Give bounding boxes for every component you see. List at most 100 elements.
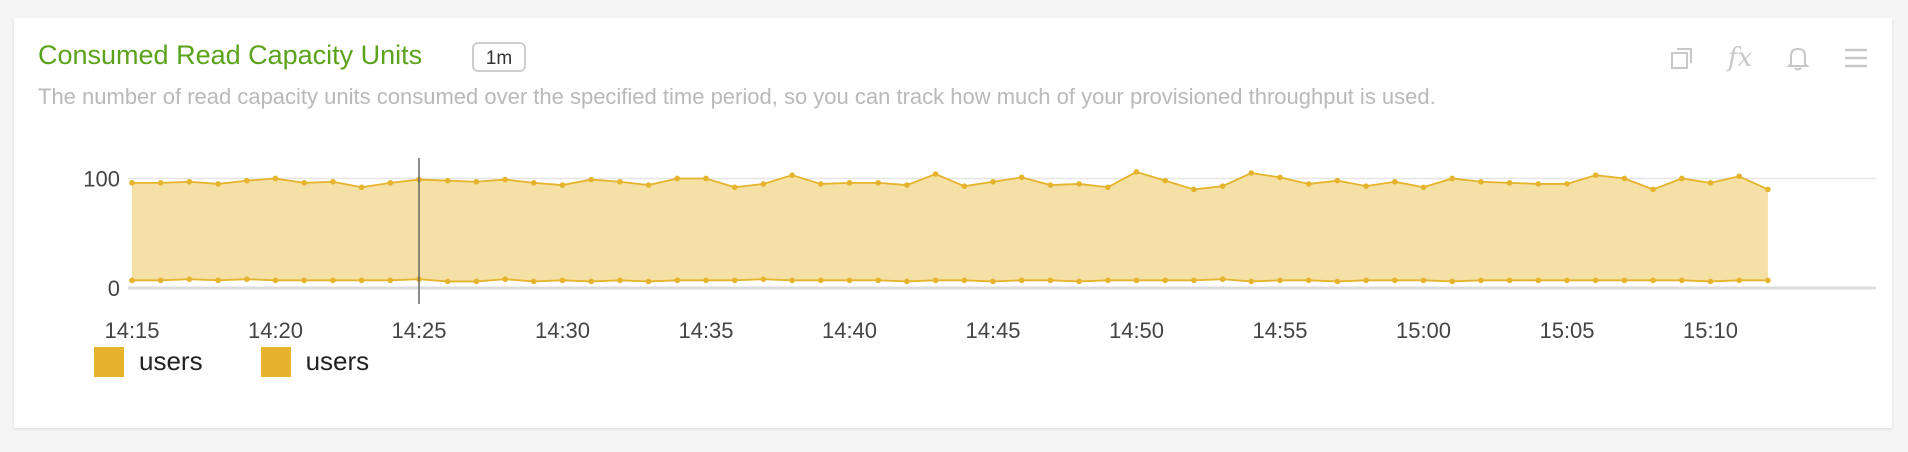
data-point[interactable] bbox=[674, 277, 681, 284]
data-point[interactable] bbox=[1219, 183, 1226, 189]
data-point[interactable] bbox=[444, 278, 451, 285]
data-point[interactable] bbox=[818, 277, 824, 284]
data-point[interactable] bbox=[301, 180, 308, 186]
data-point[interactable] bbox=[1449, 278, 1455, 285]
data-point[interactable] bbox=[904, 182, 910, 188]
data-point[interactable] bbox=[444, 177, 451, 184]
data-point[interactable] bbox=[531, 180, 537, 186]
data-point[interactable] bbox=[703, 175, 709, 182]
data-point[interactable] bbox=[1076, 278, 1082, 285]
data-point[interactable] bbox=[387, 180, 394, 186]
data-point[interactable] bbox=[731, 277, 738, 284]
data-point[interactable] bbox=[1076, 181, 1082, 187]
data-point[interactable] bbox=[1535, 277, 1542, 284]
data-point[interactable] bbox=[1162, 177, 1168, 184]
data-point[interactable] bbox=[961, 277, 968, 284]
data-point[interactable] bbox=[818, 181, 824, 187]
data-point[interactable] bbox=[1305, 277, 1312, 284]
bell-icon[interactable] bbox=[1782, 42, 1814, 74]
data-point[interactable] bbox=[990, 278, 996, 285]
data-point[interactable] bbox=[990, 178, 996, 185]
data-point[interactable] bbox=[1392, 277, 1398, 284]
data-point[interactable] bbox=[1248, 170, 1255, 176]
data-point[interactable] bbox=[1248, 278, 1255, 285]
data-point[interactable] bbox=[731, 184, 738, 191]
data-point[interactable] bbox=[1621, 175, 1628, 182]
data-point[interactable] bbox=[1047, 182, 1054, 188]
data-point[interactable] bbox=[330, 178, 336, 185]
series-line-1[interactable] bbox=[132, 278, 1768, 283]
data-point[interactable] bbox=[932, 277, 939, 284]
menu-icon[interactable] bbox=[1840, 42, 1872, 74]
data-point[interactable] bbox=[1449, 175, 1455, 182]
interval-badge[interactable]: 1m bbox=[472, 42, 526, 72]
data-point[interactable] bbox=[1679, 175, 1685, 182]
data-point[interactable] bbox=[129, 180, 135, 186]
data-point[interactable] bbox=[1535, 181, 1542, 187]
data-point[interactable] bbox=[846, 180, 853, 186]
data-point[interactable] bbox=[1765, 186, 1771, 193]
data-point[interactable] bbox=[473, 178, 480, 185]
data-point[interactable] bbox=[760, 181, 767, 187]
data-point[interactable] bbox=[760, 276, 767, 283]
data-point[interactable] bbox=[674, 175, 681, 182]
area-chart[interactable]: 0 100 14:15 14:20 14:25 14:30 14:35 14:40 14:45 1… bbox=[14, 138, 1892, 348]
data-point[interactable] bbox=[1191, 186, 1197, 193]
data-point[interactable] bbox=[1334, 177, 1341, 184]
data-point[interactable] bbox=[1105, 184, 1111, 191]
data-point[interactable] bbox=[932, 171, 939, 177]
data-point[interactable] bbox=[1133, 169, 1140, 175]
data-point[interactable] bbox=[1707, 180, 1714, 186]
data-point[interactable] bbox=[846, 277, 853, 284]
data-point[interactable] bbox=[215, 277, 221, 284]
data-point[interactable] bbox=[186, 276, 193, 283]
data-point[interactable] bbox=[244, 177, 250, 184]
data-point[interactable] bbox=[1621, 277, 1628, 284]
legend-item[interactable]: users bbox=[94, 346, 203, 377]
data-point[interactable] bbox=[875, 180, 881, 186]
data-point[interactable] bbox=[330, 277, 336, 284]
data-point[interactable] bbox=[387, 277, 394, 284]
data-point[interactable] bbox=[1105, 277, 1111, 284]
data-point[interactable] bbox=[1277, 174, 1283, 181]
data-point[interactable] bbox=[1305, 181, 1312, 187]
data-point[interactable] bbox=[1650, 277, 1656, 284]
data-point[interactable] bbox=[157, 277, 164, 284]
data-point[interactable] bbox=[1018, 174, 1025, 181]
data-point[interactable] bbox=[789, 277, 795, 284]
data-point[interactable] bbox=[244, 276, 250, 283]
data-point[interactable] bbox=[1420, 184, 1427, 191]
data-point[interactable] bbox=[1765, 277, 1771, 284]
data-point[interactable] bbox=[1162, 277, 1168, 284]
data-point[interactable] bbox=[502, 176, 508, 183]
data-point[interactable] bbox=[645, 278, 652, 285]
data-point[interactable] bbox=[1506, 277, 1513, 284]
data-point[interactable] bbox=[1191, 277, 1197, 284]
data-point[interactable] bbox=[1277, 277, 1283, 284]
data-point[interactable] bbox=[645, 182, 652, 188]
data-point[interactable] bbox=[531, 278, 537, 285]
data-point[interactable] bbox=[904, 278, 910, 285]
data-point[interactable] bbox=[129, 277, 135, 284]
data-point[interactable] bbox=[789, 172, 795, 178]
data-point[interactable] bbox=[1650, 186, 1656, 193]
formula-icon[interactable]: fx bbox=[1724, 42, 1756, 74]
data-point[interactable] bbox=[157, 180, 164, 186]
data-point[interactable] bbox=[1392, 178, 1398, 185]
data-point[interactable] bbox=[1478, 277, 1484, 284]
data-point[interactable] bbox=[559, 277, 566, 284]
data-point[interactable] bbox=[1363, 183, 1369, 189]
data-point[interactable] bbox=[301, 277, 308, 284]
copy-icon[interactable] bbox=[1666, 42, 1698, 74]
data-point[interactable] bbox=[1133, 277, 1140, 284]
data-point[interactable] bbox=[588, 278, 594, 285]
data-point[interactable] bbox=[559, 182, 566, 188]
data-point[interactable] bbox=[473, 278, 480, 285]
legend-item[interactable]: users bbox=[260, 346, 369, 377]
data-point[interactable] bbox=[1478, 178, 1484, 185]
data-point[interactable] bbox=[1047, 277, 1054, 284]
data-point[interactable] bbox=[703, 277, 709, 284]
data-point[interactable] bbox=[617, 277, 623, 284]
data-point[interactable] bbox=[186, 178, 193, 185]
data-point[interactable] bbox=[588, 176, 594, 183]
